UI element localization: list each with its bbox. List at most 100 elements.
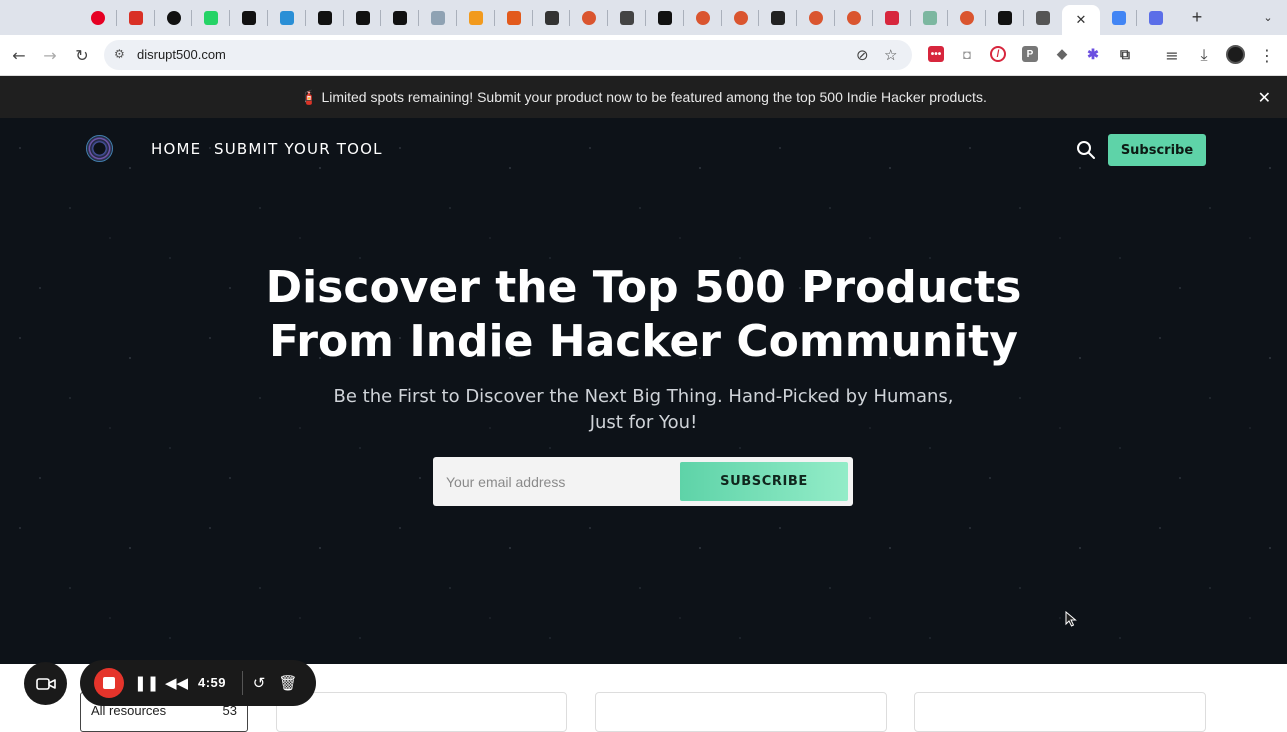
- browser-tab[interactable]: [911, 5, 949, 31]
- subscribe-form: SUBSCRIBE: [433, 457, 853, 506]
- browser-tab[interactable]: [684, 5, 722, 31]
- pinterest-tab-icon: [91, 11, 105, 25]
- browser-tab[interactable]: [948, 5, 986, 31]
- product-card[interactable]: [914, 692, 1206, 732]
- tab-active[interactable]: ✕: [1062, 5, 1100, 35]
- browser-tab[interactable]: [344, 5, 382, 31]
- gmail-tab-icon: [129, 11, 143, 25]
- browser-tab[interactable]: [835, 5, 873, 31]
- announcement-bar: 🧯 Limited spots remaining! Submit your p…: [0, 76, 1287, 118]
- browser-menu-icon[interactable]: ⋮: [1256, 44, 1278, 66]
- browser-tab[interactable]: [1137, 5, 1175, 31]
- bowl-tab-icon: [620, 11, 634, 25]
- browser-tab[interactable]: [608, 5, 646, 31]
- stop-recording-button[interactable]: [94, 668, 124, 698]
- news-tab-icon: [771, 11, 785, 25]
- producthunt-tab-icon: [847, 11, 861, 25]
- browser-tab[interactable]: [797, 5, 835, 31]
- extension-tag-icon[interactable]: ◆: [1054, 46, 1070, 62]
- browser-tab[interactable]: [419, 5, 457, 31]
- close-icon[interactable]: ✕: [1258, 88, 1271, 107]
- new-tab-button[interactable]: +: [1187, 7, 1207, 27]
- site-settings-icon[interactable]: ⚙: [114, 47, 125, 61]
- tab-search-chevron-icon[interactable]: ⌄: [1258, 8, 1278, 28]
- browser-tab[interactable]: [873, 5, 911, 31]
- rewind-icon[interactable]: ◀◀: [165, 673, 188, 693]
- browser-tab[interactable]: [117, 5, 155, 31]
- header-subscribe-button[interactable]: Subscribe: [1108, 134, 1206, 166]
- browser-tab[interactable]: [722, 5, 760, 31]
- x-tab-icon: [393, 11, 407, 25]
- browser-tab[interactable]: [230, 5, 268, 31]
- google-tab-icon: [1112, 11, 1126, 25]
- email-input[interactable]: [433, 457, 679, 506]
- x-tab-icon: [998, 11, 1012, 25]
- reload-icon[interactable]: ↻: [71, 44, 93, 66]
- nav-submit-tool-link[interactable]: SUBMIT YOUR TOOL: [214, 140, 383, 158]
- extension-p-icon[interactable]: P: [1022, 46, 1038, 62]
- browser-tab[interactable]: [1024, 5, 1062, 31]
- grid-tab-icon: [545, 11, 559, 25]
- browser-tab[interactable]: [381, 5, 419, 31]
- x-tab-icon: [658, 11, 672, 25]
- browser-tab[interactable]: [457, 5, 495, 31]
- producthunt-tab-icon: [696, 11, 710, 25]
- recorder-divider: [242, 671, 243, 695]
- camera-off-icon[interactable]: ⊘: [856, 46, 869, 64]
- active-close-icon: ✕: [1075, 12, 1087, 28]
- browser-tab[interactable]: [986, 5, 1024, 31]
- hero-title: Discover the Top 500 Products From Indie…: [265, 262, 1022, 367]
- media-control-icon[interactable]: ≡: [1161, 44, 1183, 66]
- extension-gear-icon[interactable]: ✱: [1085, 46, 1101, 62]
- rainbow-tab-icon: [280, 11, 294, 25]
- browser-tab[interactable]: [759, 5, 797, 31]
- subscribe-button[interactable]: SUBSCRIBE: [680, 462, 848, 501]
- browser-tab[interactable]: [306, 5, 344, 31]
- video-camera-icon: [35, 677, 56, 690]
- back-arrow-icon[interactable]: ←: [8, 44, 30, 66]
- announcement-text: 🧯 Limited spots remaining! Submit your p…: [300, 88, 987, 105]
- product-card[interactable]: [595, 692, 887, 732]
- trash-icon[interactable]: 🗑: [278, 673, 298, 693]
- forward-arrow-icon[interactable]: →: [39, 44, 61, 66]
- extension-block-icon[interactable]: /: [990, 46, 1006, 62]
- search-icon[interactable]: [1075, 139, 1097, 161]
- mouse-cursor-icon: [1065, 611, 1077, 627]
- extensions-puzzle-icon[interactable]: ⧉: [1117, 46, 1133, 62]
- browser-tab-bar: ✕ + ⌄: [0, 0, 1287, 35]
- producthunt-tab-icon: [960, 11, 974, 25]
- nav-home-link[interactable]: HOME: [151, 140, 201, 158]
- hand-tab-icon: [431, 11, 445, 25]
- browser-tab[interactable]: [533, 5, 571, 31]
- pause-icon[interactable]: ❚❚: [134, 673, 159, 693]
- producthunt-tab-icon: [809, 11, 823, 25]
- profile-avatar[interactable]: [1226, 45, 1245, 64]
- address-url[interactable]: disrupt500.com: [137, 47, 226, 62]
- download-icon[interactable]: ⤓: [1193, 44, 1215, 66]
- browser-tab[interactable]: [495, 5, 533, 31]
- x-tab-icon: [318, 11, 332, 25]
- browser-tab[interactable]: [192, 5, 230, 31]
- bookmark-star-icon[interactable]: ☆: [884, 46, 897, 64]
- address-bar[interactable]: ⚙ disrupt500.com ⊘ ☆: [104, 40, 912, 70]
- recorder-controls: ❚❚ ◀◀ 4:59 ↺ 🗑: [80, 660, 316, 706]
- hero-tagline: Be the First to Discover the Next Big Th…: [333, 386, 954, 433]
- browser-tab[interactable]: [155, 5, 193, 31]
- hero-section: HOME SUBMIT YOUR TOOL Subscribe Discover…: [0, 118, 1287, 664]
- browser-tab[interactable]: [570, 5, 608, 31]
- site-logo[interactable]: [86, 135, 113, 162]
- red-app-tab-icon: [885, 11, 899, 25]
- browser-tab[interactable]: [646, 5, 684, 31]
- restart-icon[interactable]: ↺: [249, 673, 269, 693]
- producthunt-tab-icon: [734, 11, 748, 25]
- threads-tab-icon: [167, 11, 181, 25]
- bookmark-tab-icon: [507, 11, 521, 25]
- product-card[interactable]: [276, 692, 567, 732]
- extension-camera-icon[interactable]: ◘: [959, 46, 975, 62]
- settings-gear-tab-icon: [1149, 11, 1163, 25]
- recorder-camera-button[interactable]: [24, 662, 67, 705]
- extension-lastpass-icon[interactable]: •••: [928, 46, 944, 62]
- browser-tab[interactable]: [268, 5, 306, 31]
- browser-tab[interactable]: [79, 5, 117, 31]
- browser-tab[interactable]: [1100, 5, 1138, 31]
